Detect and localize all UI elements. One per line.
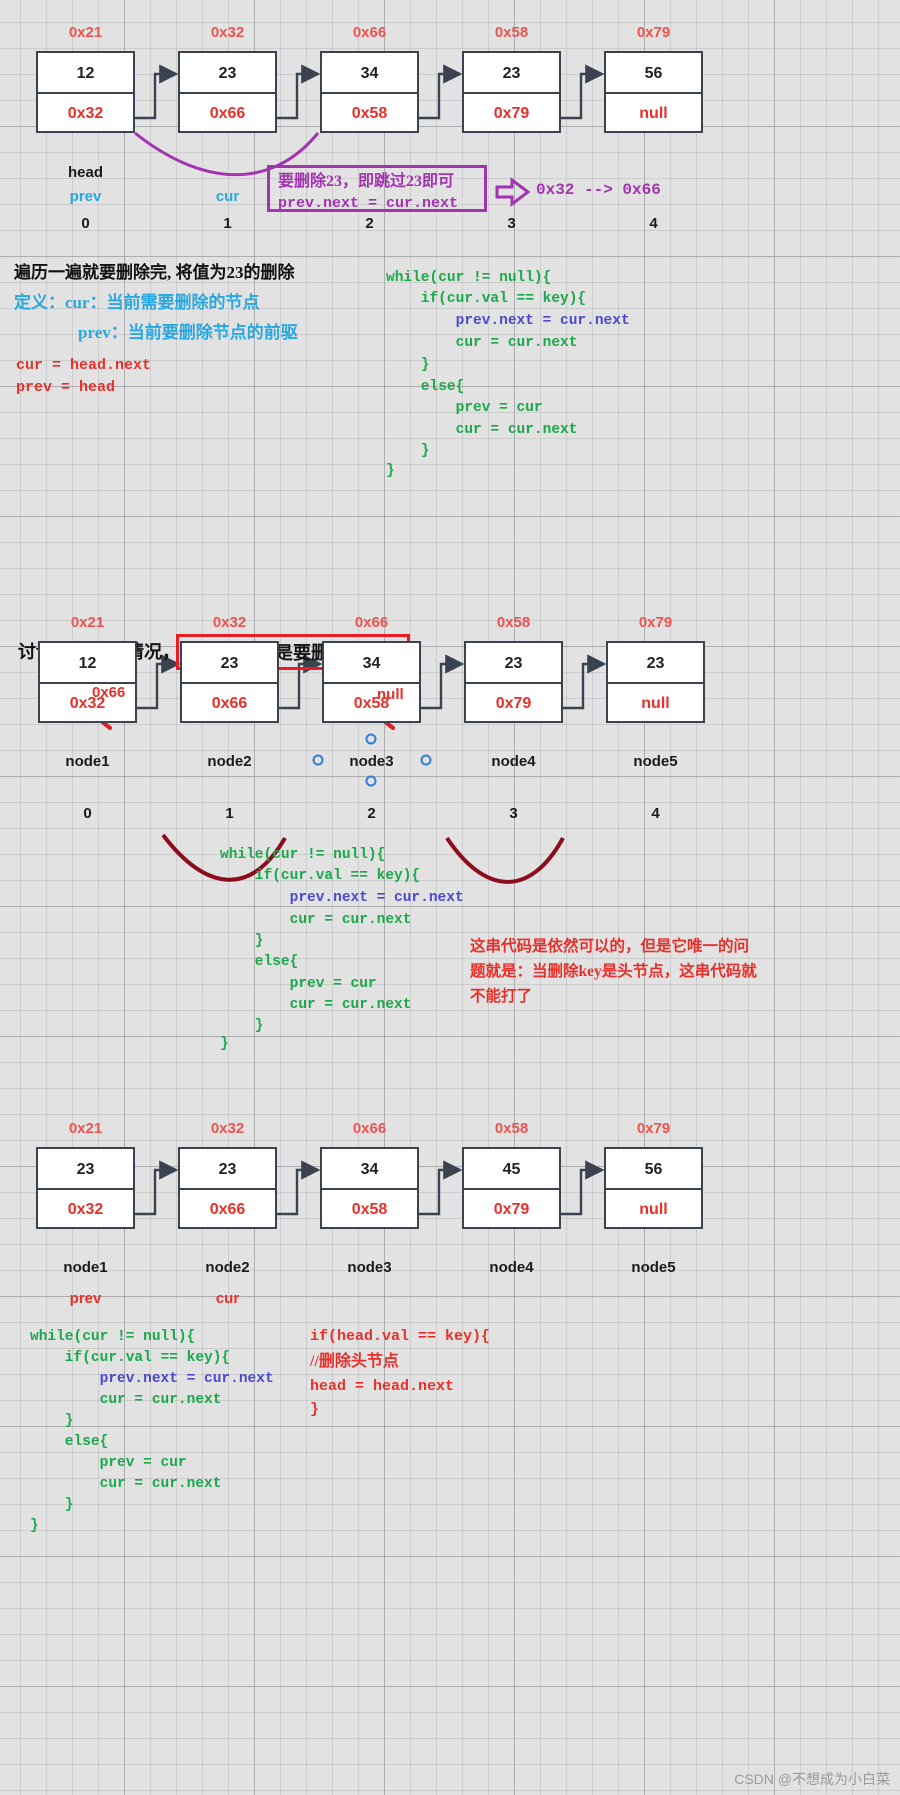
code-line: } <box>310 1401 320 1418</box>
watermark: CSDN @不想成为小白菜 <box>734 1771 890 1787</box>
code-line: head = head.next <box>310 1378 455 1395</box>
code-line: if(head.val == key){ <box>310 1328 491 1345</box>
code-line: //删除头节点 <box>310 1353 399 1370</box>
code-block-4: if(head.val == key){ //删除头节点 head = head… <box>0 0 900 1795</box>
